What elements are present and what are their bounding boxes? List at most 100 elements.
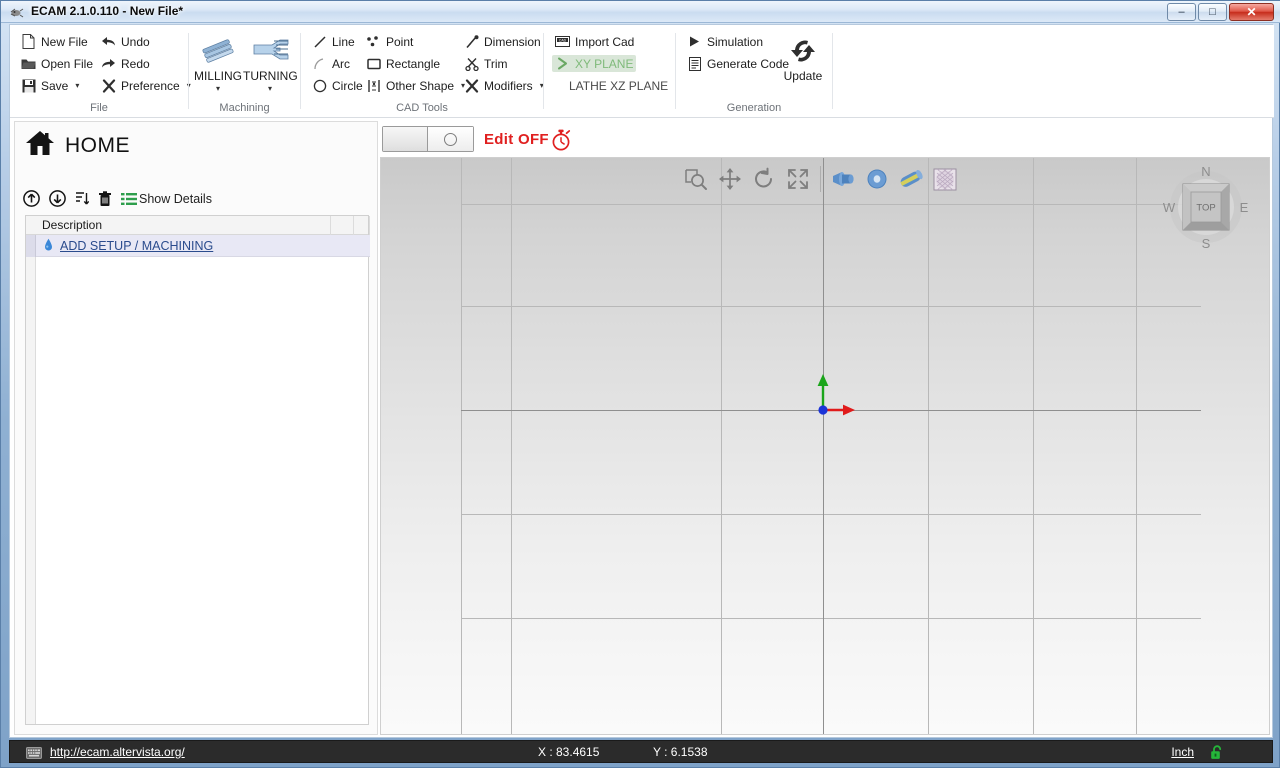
column-header-2[interactable] — [331, 216, 354, 235]
sort-button[interactable] — [75, 191, 89, 207]
gridline-vertical — [1033, 158, 1034, 734]
open-file-icon — [21, 56, 36, 71]
move-up-button[interactable] — [23, 190, 40, 207]
gridline-vertical — [461, 158, 462, 734]
move-down-button[interactable] — [49, 190, 66, 207]
stock-cone-button[interactable] — [828, 164, 858, 194]
gridline-vertical — [928, 158, 929, 734]
xy-plane-button[interactable]: XY PLANE — [552, 55, 637, 72]
line-tool-button[interactable]: Line — [309, 33, 358, 50]
simulation-button[interactable]: Simulation — [684, 33, 766, 50]
other-shape-icon — [366, 78, 381, 93]
edit-mode-toggle[interactable] — [382, 126, 474, 152]
preference-label: Preference — [121, 78, 180, 93]
tree-header-row: Description — [26, 216, 370, 235]
import-cad-icon: CAD — [555, 34, 570, 49]
app-icon — [9, 5, 25, 21]
point-tool-button[interactable]: Point — [363, 33, 416, 50]
turning-icon — [243, 31, 297, 67]
gridline-horizontal — [461, 514, 1201, 515]
zoom-window-button[interactable] — [681, 164, 711, 194]
rectangle-label: Rectangle — [386, 56, 441, 71]
rotate-button[interactable] — [749, 164, 779, 194]
toggle-track-left — [383, 127, 428, 151]
other-shape-label: Other Shape — [386, 78, 455, 93]
fit-button[interactable] — [783, 164, 813, 194]
cad-viewport[interactable]: TOP N S E W — [380, 157, 1270, 735]
table-row[interactable]: ADD SETUP / MACHINING — [36, 235, 370, 257]
home-header: HOME — [25, 130, 130, 161]
gridline-vertical — [1136, 158, 1137, 734]
undo-button[interactable]: Undo — [98, 33, 153, 50]
import-cad-button[interactable]: CAD Import Cad — [552, 33, 637, 50]
circle-tool-button[interactable]: Circle — [309, 77, 366, 94]
column-header-description[interactable]: Description — [36, 216, 331, 235]
unlock-icon[interactable] — [1210, 745, 1224, 765]
trim-tool-button[interactable]: Trim — [461, 55, 511, 72]
unit-toggle[interactable]: Inch — [1171, 745, 1194, 759]
svg-text:E: E — [1240, 200, 1249, 215]
page-title: HOME — [65, 133, 130, 157]
update-button[interactable]: Update — [776, 31, 830, 83]
maximize-button[interactable]: □ — [1198, 3, 1227, 21]
milling-label: MILLING — [193, 69, 242, 83]
milling-button[interactable]: MILLING ▾ — [191, 31, 245, 93]
turning-button[interactable]: TURNING ▾ — [243, 31, 298, 93]
chevron-down-icon[interactable]: ▾ — [191, 84, 245, 93]
svg-text:N: N — [1201, 164, 1210, 179]
origin-marker — [781, 363, 865, 452]
column-header-3[interactable] — [354, 216, 370, 235]
stopwatch-icon[interactable] — [550, 128, 572, 156]
other-shape-button[interactable]: Other Shape ▾ — [363, 77, 468, 94]
dimension-label: Dimension — [484, 34, 541, 49]
keyboard-icon[interactable] — [26, 746, 42, 764]
update-label: Update — [783, 69, 823, 83]
website-link[interactable]: http://ecam.altervista.org/ — [50, 745, 185, 759]
open-file-button[interactable]: Open File — [18, 55, 96, 72]
show-details-button[interactable]: Show Details — [121, 192, 212, 206]
save-button[interactable]: Save ▾ — [18, 77, 82, 94]
point-icon — [366, 34, 381, 49]
arc-tool-button[interactable]: Arc — [309, 55, 353, 72]
svg-text:TOP: TOP — [1196, 203, 1215, 214]
view-orientation-cube[interactable]: TOP N S E W — [1161, 162, 1251, 252]
row-selector[interactable] — [26, 235, 36, 257]
preference-button[interactable]: Preference ▾ — [98, 77, 194, 94]
title-bar: ECAM 2.1.0.110 - New File* – □ ✕ — [1, 1, 1280, 23]
modifiers-button[interactable]: Modifiers ▾ — [461, 77, 547, 94]
tube-stock-button[interactable] — [862, 164, 892, 194]
bar-stock-button[interactable] — [896, 164, 926, 194]
rectangle-tool-button[interactable]: Rectangle — [363, 55, 443, 72]
lathe-xz-plane-label[interactable]: LATHE XZ PLANE — [569, 79, 668, 93]
minimize-button[interactable]: – — [1167, 3, 1196, 21]
svg-text:S: S — [1202, 236, 1211, 251]
redo-button[interactable]: Redo — [98, 55, 153, 72]
chevron-down-icon: ▾ — [75, 81, 80, 90]
ribbon-group-machining-title: Machining — [219, 102, 270, 114]
xy-plane-label: XY PLANE — [575, 56, 634, 71]
milling-icon — [191, 31, 245, 67]
chevron-down-icon[interactable]: ▾ — [243, 84, 297, 93]
show-details-label: Show Details — [139, 191, 212, 206]
setup-tree[interactable]: Description ADD SETUP / MACHINING — [25, 215, 370, 725]
arc-label: Arc — [332, 56, 350, 71]
close-button[interactable]: ✕ — [1229, 3, 1274, 21]
new-file-button[interactable]: New File — [18, 33, 91, 50]
line-icon — [312, 34, 327, 49]
redo-label: Redo — [121, 56, 150, 71]
document-icon — [687, 56, 702, 71]
dimension-tool-button[interactable]: Dimension — [461, 33, 544, 50]
rectangle-icon — [366, 56, 381, 71]
modifiers-icon — [464, 78, 479, 93]
minimize-icon: – — [1178, 6, 1185, 18]
tree-row-label[interactable]: ADD SETUP / MACHINING — [60, 239, 213, 253]
delete-button[interactable] — [98, 190, 112, 207]
circle-label: Circle — [332, 78, 363, 93]
pan-button[interactable] — [715, 164, 745, 194]
viewport-toolbar — [681, 162, 960, 196]
simulation-label: Simulation — [707, 34, 764, 49]
ribbon-group-plane: CAD Import Cad XY PLANE LATHE XZ PLANE — [544, 25, 675, 118]
gridline-vertical — [511, 158, 512, 734]
texture-button[interactable] — [930, 164, 960, 194]
ribbon-group-machining: MILLING ▾ TURNING ▾ Machining — [189, 25, 300, 118]
